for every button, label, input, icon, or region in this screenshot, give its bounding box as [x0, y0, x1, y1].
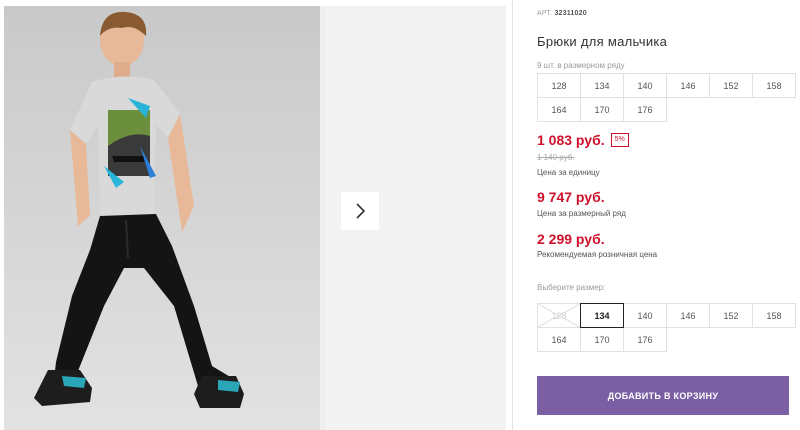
size-option[interactable]: 170	[580, 327, 624, 352]
size-option[interactable]: 146	[666, 303, 710, 328]
size-range-cell: 176	[623, 97, 667, 122]
unavailable-cross-icon	[538, 304, 580, 327]
size-range-cell: 152	[709, 73, 753, 98]
add-to-cart-button[interactable]: ДОБАВИТЬ В КОРЗИНУ	[537, 376, 789, 415]
article-code: АРТ. 32311020	[537, 10, 587, 17]
unit-price-label: Цена за единицу	[537, 168, 600, 177]
range-price: 9 747 руб.	[537, 189, 605, 205]
retail-price-label: Рекомендуемая розничная цена	[537, 250, 658, 259]
discount-badge: 5%	[610, 133, 629, 147]
select-size-label: Выберите размер:	[537, 283, 606, 292]
size-range-cell: 128	[537, 73, 581, 98]
size-option[interactable]: 158	[752, 303, 796, 328]
retail-price: 2 299 руб.	[537, 231, 605, 247]
size-range-cell: 140	[623, 73, 667, 98]
unit-price: 1 083 руб.	[537, 132, 605, 148]
boy-model-illustration	[4, 6, 320, 430]
size-range-cell: 158	[752, 73, 796, 98]
next-image-button[interactable]	[341, 192, 379, 230]
pieces-note: 9 шт. в размерном ряду	[537, 61, 625, 70]
size-range-grid: 128 134 140 146 152 158 164 170 176	[537, 73, 796, 122]
size-range-cell: 146	[666, 73, 710, 98]
size-option[interactable]: 164	[537, 327, 581, 352]
article-label: АРТ.	[537, 10, 553, 17]
size-option-selected[interactable]: 134	[580, 303, 624, 328]
chevron-right-icon	[356, 203, 366, 219]
size-selector: 128 134 140 146 152 158 164 170 176	[537, 303, 796, 352]
size-option[interactable]: 152	[709, 303, 753, 328]
product-gallery	[4, 6, 506, 430]
unit-price-row: 1 083 руб. 5%	[537, 132, 629, 148]
article-number: 32311020	[554, 10, 587, 17]
size-range-cell: 164	[537, 97, 581, 122]
range-price-label: Цена за размерный ряд	[537, 209, 626, 218]
size-option[interactable]: 140	[623, 303, 667, 328]
product-title: Брюки для мальчика	[537, 34, 668, 49]
size-option-disabled: 128	[537, 303, 581, 328]
size-option[interactable]: 176	[623, 327, 667, 352]
old-price: 1 140 руб.	[537, 153, 575, 162]
size-range-cell: 170	[580, 97, 624, 122]
product-photo	[4, 6, 320, 430]
section-divider	[512, 0, 513, 430]
size-range-cell: 134	[580, 73, 624, 98]
